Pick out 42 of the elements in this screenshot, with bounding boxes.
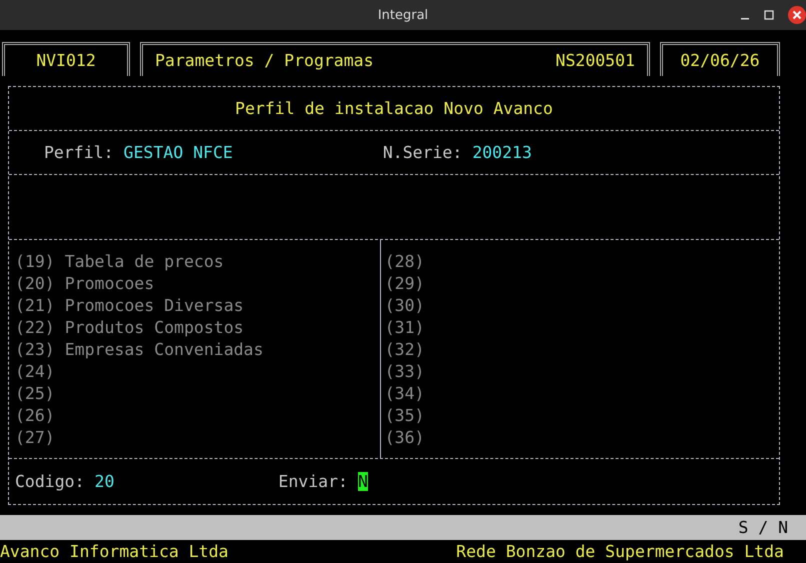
field-value: 20 — [94, 472, 114, 492]
date-text: 02/06/26 — [680, 51, 760, 70]
company-name: Avanco Informatica Ltda — [0, 542, 228, 561]
program-name: Tabela de precos — [64, 252, 224, 272]
field-label: Codigo: — [15, 472, 85, 492]
field-label: Enviar: — [278, 472, 348, 492]
field-label: Perfil: — [44, 142, 114, 162]
serial-number: NS200501 — [556, 51, 635, 70]
input-hint: S / N — [738, 518, 788, 537]
field-value: 200213 — [472, 142, 532, 162]
program-number: (35) — [384, 406, 424, 426]
client-name: Rede Bonzao de Supermercados Ltda — [456, 542, 784, 561]
program-number: (22) — [15, 318, 55, 338]
window-title: Integral — [378, 8, 428, 22]
module-title: Parametros / Programas — [155, 51, 374, 70]
program-code: NVI012 — [36, 51, 96, 70]
program-number: (27) — [15, 428, 55, 448]
program-number: (28) — [384, 252, 424, 272]
program-number: (33) — [384, 362, 424, 382]
program-number: (31) — [384, 318, 424, 338]
program-number: (20) — [15, 274, 55, 294]
program-name: Empresas Conveniadas — [64, 340, 264, 360]
program-number: (32) — [384, 340, 424, 360]
field-label: N.Serie: — [382, 142, 462, 162]
program-number: (23) — [15, 340, 55, 360]
program-number: (26) — [15, 406, 55, 426]
program-name: Promocoes — [64, 274, 154, 294]
program-number: (34) — [384, 384, 424, 404]
program-number: (29) — [384, 274, 424, 294]
program-number: (19) — [15, 252, 55, 272]
program-number: (21) — [15, 296, 55, 316]
program-name: Produtos Compostos — [64, 318, 244, 338]
close-icon[interactable] — [788, 6, 806, 24]
program-name: Promocoes Diversas — [64, 296, 244, 316]
field-value: GESTAO NFCE — [124, 142, 233, 162]
program-number: (24) — [15, 362, 55, 382]
panel-title: Perfil de instalacao Novo Avanco — [235, 98, 553, 118]
program-number: (25) — [15, 384, 55, 404]
program-number: (30) — [384, 296, 424, 316]
input-field[interactable]: N — [358, 472, 368, 492]
program-number: (36) — [384, 428, 424, 448]
maximize-icon[interactable] — [764, 10, 774, 20]
